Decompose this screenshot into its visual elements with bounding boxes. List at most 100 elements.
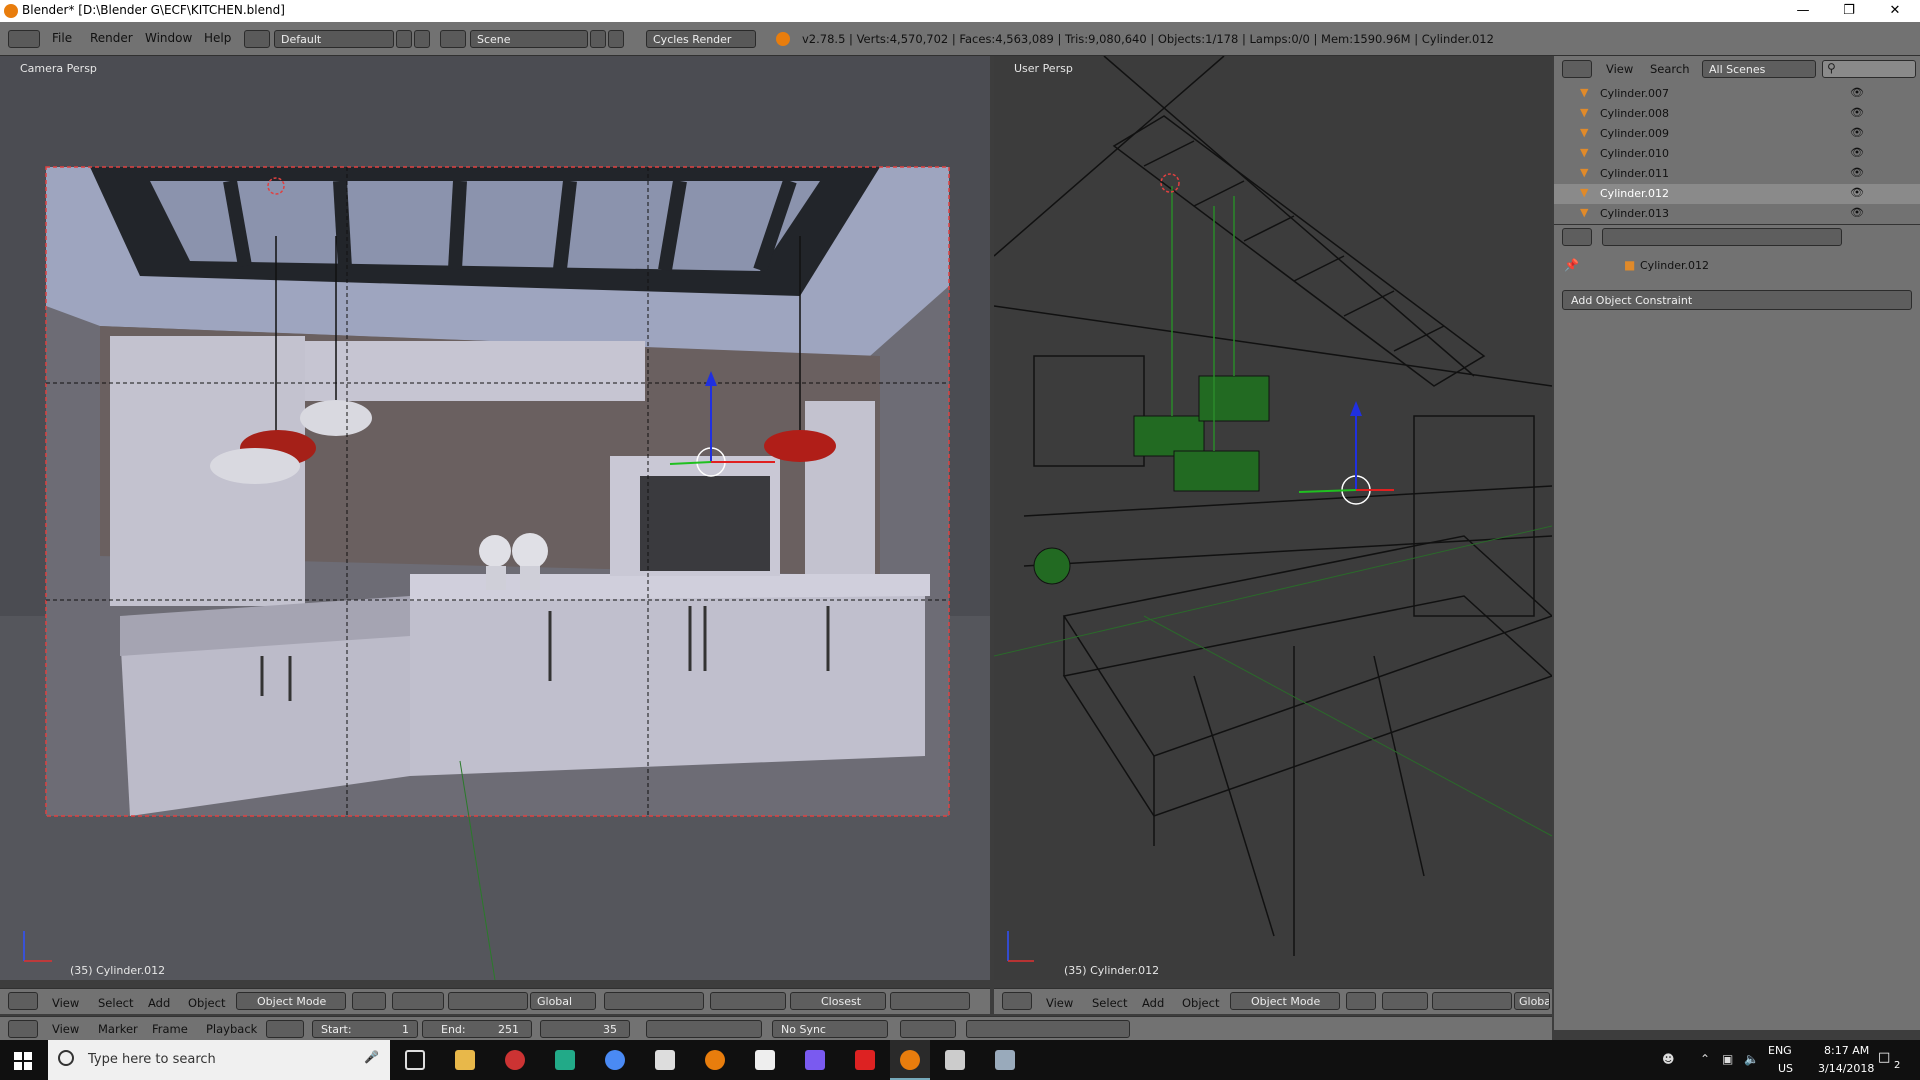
range-toggle-icons[interactable] (266, 1020, 304, 1038)
calendar-icon[interactable] (655, 1050, 675, 1070)
menu-window[interactable]: Window (145, 31, 192, 45)
orientation-select[interactable]: Globa (1514, 992, 1550, 1010)
outliner-row-selected[interactable]: ▼ Cylinder.012 👁 (1554, 184, 1920, 204)
app-icon[interactable] (995, 1050, 1015, 1070)
microphone-icon[interactable]: 🎤 (364, 1050, 379, 1064)
editor-type-icon[interactable] (8, 992, 38, 1010)
mode-select[interactable]: Object Mode (1230, 992, 1340, 1010)
eye-icon[interactable]: 👁 (1850, 146, 1864, 159)
render-engine-select[interactable]: Cycles Render (646, 30, 756, 48)
menu-frame[interactable]: Frame (152, 1022, 188, 1036)
file-explorer-icon[interactable] (455, 1050, 475, 1070)
layout-remove-icon[interactable] (414, 30, 430, 48)
restore-button[interactable]: ❐ (1826, 0, 1872, 22)
outliner-row[interactable]: ▼ Cylinder.013 👁 (1554, 204, 1920, 224)
app-icon[interactable] (555, 1050, 575, 1070)
manipulator-icons[interactable] (448, 992, 528, 1010)
keying-icons[interactable] (900, 1020, 956, 1038)
pin-icon[interactable]: 📌 (1564, 258, 1579, 272)
app-icon[interactable] (505, 1050, 525, 1070)
search-input[interactable]: ⚲ (1822, 60, 1916, 78)
blender-active-icon[interactable] (890, 1040, 930, 1080)
notifications-icon[interactable]: □ (1878, 1050, 1890, 1065)
windows-start-icon[interactable] (14, 1052, 32, 1070)
outliner-row[interactable]: ▼ Cylinder.007 👁 (1554, 84, 1920, 104)
add-object-constraint-button[interactable]: Add Object Constraint (1562, 290, 1912, 310)
end-frame-field[interactable]: End: 251 (422, 1020, 532, 1038)
eye-icon[interactable]: 👁 (1850, 126, 1864, 139)
scene-icon[interactable] (440, 30, 466, 48)
scene-remove-icon[interactable] (608, 30, 624, 48)
clock-time[interactable]: 8:17 AM (1824, 1044, 1869, 1057)
menu-view[interactable]: View (52, 1022, 79, 1036)
menu-add[interactable]: Add (1142, 996, 1164, 1010)
network-icon[interactable]: ▣ (1722, 1052, 1733, 1066)
app-icon[interactable] (805, 1050, 825, 1070)
manipulator-icons[interactable] (1432, 992, 1512, 1010)
menu-select[interactable]: Select (98, 996, 133, 1010)
language-indicator[interactable]: ENG (1768, 1044, 1792, 1057)
menu-add[interactable]: Add (148, 996, 170, 1010)
eye-icon[interactable]: 👁 (1850, 106, 1864, 119)
pivot-select-icon[interactable] (1382, 992, 1428, 1010)
scene-field[interactable]: Scene (470, 30, 588, 48)
playback-controls[interactable] (646, 1020, 762, 1038)
editor-type-icon[interactable] (1562, 60, 1592, 78)
mode-select[interactable]: Object Mode (236, 992, 346, 1010)
editor-type-icon[interactable] (1002, 992, 1032, 1010)
eye-icon[interactable]: 👁 (1850, 186, 1864, 199)
proportional-edit-icons[interactable] (710, 992, 786, 1010)
outliner-row[interactable]: ▼ Cylinder.011 👁 (1554, 164, 1920, 184)
minimize-button[interactable]: — (1780, 0, 1826, 22)
user-viewport[interactable]: User Persp (35) Cylinder.012 (994, 56, 1552, 980)
shading-select-icon[interactable] (1346, 992, 1376, 1010)
snap-select[interactable]: Closest (790, 992, 886, 1010)
menu-select[interactable]: Select (1092, 996, 1127, 1010)
eye-icon[interactable]: 👁 (1850, 166, 1864, 179)
menu-search[interactable]: Search (1650, 62, 1690, 76)
calculator-icon[interactable] (945, 1050, 965, 1070)
outliner-row[interactable]: ▼ Cylinder.009 👁 (1554, 124, 1920, 144)
menu-help[interactable]: Help (204, 31, 231, 45)
shading-select-icon[interactable] (352, 992, 386, 1010)
taskbar-search[interactable]: Type here to search 🎤 (48, 1040, 390, 1080)
camera-viewport[interactable]: Camera Persp (35) Cylinder.012 (0, 56, 990, 980)
editor-type-icon[interactable] (8, 1020, 38, 1038)
task-view-icon[interactable] (405, 1050, 425, 1070)
menu-render[interactable]: Render (90, 31, 133, 45)
start-frame-field[interactable]: Start: 1 (312, 1020, 418, 1038)
chrome-icon[interactable] (605, 1050, 625, 1070)
current-frame-field[interactable]: 35 (540, 1020, 630, 1038)
eye-icon[interactable]: 👁 (1850, 86, 1864, 99)
outliner-row[interactable]: ▼ Cylinder.010 👁 (1554, 144, 1920, 164)
editor-type-icon[interactable] (8, 30, 40, 48)
menu-file[interactable]: File (52, 31, 72, 45)
menu-view[interactable]: View (1606, 62, 1633, 76)
layers-grid[interactable] (604, 992, 704, 1010)
mail-icon[interactable] (755, 1050, 775, 1070)
layout-icon[interactable] (244, 30, 270, 48)
display-filter-select[interactable]: All Scenes (1702, 60, 1816, 78)
menu-view[interactable]: View (52, 996, 79, 1010)
outliner-row[interactable]: ▼ Cylinder.008 👁 (1554, 104, 1920, 124)
people-icon[interactable]: ☻ (1662, 1052, 1675, 1066)
render-icons[interactable] (890, 992, 970, 1010)
menu-marker[interactable]: Marker (98, 1022, 138, 1036)
menu-view[interactable]: View (1046, 996, 1073, 1010)
editor-type-icon[interactable] (1562, 228, 1592, 246)
keying-set-field[interactable] (966, 1020, 1130, 1038)
context-tab-icons[interactable] (1602, 228, 1842, 246)
pivot-select-icon[interactable] (392, 992, 444, 1010)
layout-field[interactable]: Default (274, 30, 394, 48)
orientation-select[interactable]: Global (530, 992, 596, 1010)
menu-object[interactable]: Object (188, 996, 225, 1010)
sync-select[interactable]: No Sync (772, 1020, 888, 1038)
acrobat-icon[interactable] (855, 1050, 875, 1070)
chevron-up-icon[interactable]: ⌃ (1700, 1052, 1710, 1066)
scene-add-icon[interactable] (590, 30, 606, 48)
close-button[interactable]: ✕ (1872, 0, 1918, 22)
blender-icon[interactable] (705, 1050, 725, 1070)
layout-add-icon[interactable] (396, 30, 412, 48)
volume-icon[interactable]: 🔈 (1744, 1052, 1759, 1066)
eye-icon[interactable]: 👁 (1850, 206, 1864, 219)
